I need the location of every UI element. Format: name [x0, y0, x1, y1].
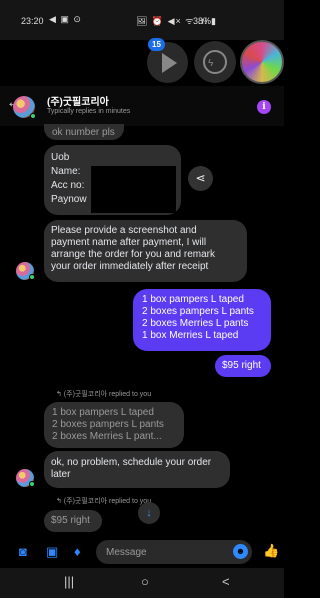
replied-to-label: ↰ (주)굿필코리아 replied to you [56, 498, 152, 505]
outgoing-message-bubble[interactable]: $95 right [215, 355, 271, 377]
message-line: 2 boxes pampers L pants [142, 306, 254, 317]
info-icon[interactable]: i [257, 100, 271, 114]
recents-icon[interactable]: ||| [64, 574, 74, 589]
message-line: 1 box pampers L taped [52, 407, 154, 418]
replied-to-label: ↰ (주)굿필코리아 replied to you [56, 391, 152, 398]
camera-icon[interactable]: ◙ [19, 544, 27, 559]
message-line: 1 box Merries L taped [142, 330, 239, 341]
messenger-bolt-icon: ϟ [208, 58, 214, 69]
home-icon[interactable]: ○ [141, 574, 149, 589]
message-bubble[interactable]: ok number pls [44, 124, 124, 140]
back-icon[interactable]: < [222, 574, 230, 589]
message-line: 1 box pampers L taped [142, 294, 244, 305]
message-line: later [51, 469, 71, 480]
quoted-message[interactable]: $95 right [44, 510, 102, 532]
contact-chat-head[interactable] [240, 40, 284, 84]
scroll-down-arrow-icon[interactable]: ↓ [138, 502, 160, 524]
status-time: 23:20 [21, 16, 44, 26]
online-indicator [30, 113, 36, 119]
unread-badge: 15 [148, 38, 165, 51]
message-text: ok number pls [52, 127, 115, 138]
message-line: Uob [51, 152, 70, 163]
gallery-icon[interactable]: ▣ [46, 544, 58, 560]
system-navigation-bar: ||| ○ < [0, 568, 284, 598]
messenger-chat-head[interactable]: ϟ [194, 41, 236, 83]
status-bar: 23:20 ◀ ▣ ⊙ 🖼 ⏰ ◀× ᯤ .ıl 38%▮ [0, 0, 284, 40]
chat-header: ← (주)굿필코리아 Typically replies in minutes … [0, 86, 284, 126]
message-bubble[interactable]: ok, no problem, schedule your order late… [44, 451, 230, 488]
share-icon[interactable]: ⋖ [188, 166, 213, 191]
play-icon [162, 53, 177, 73]
message-line: arrange the order for you and remark [51, 249, 215, 260]
message-text: $95 right [222, 360, 261, 371]
thumbs-up-icon[interactable]: 👍 [263, 543, 279, 559]
message-line: your order immediately after receipt [51, 261, 209, 272]
messenger-icon [203, 50, 227, 74]
message-line: 2 boxes Merries L pants [142, 318, 249, 329]
outgoing-message-bubble[interactable]: 1 box pampers L taped 2 boxes pampers L … [133, 289, 271, 351]
microphone-icon[interactable]: ♦ [74, 544, 81, 559]
message-line: Please provide a screenshot and [51, 225, 197, 236]
redaction-box [91, 166, 176, 213]
quoted-message[interactable]: 1 box pampers L taped 2 boxes pampers L … [44, 402, 184, 448]
battery-level: 38%▮ [193, 16, 216, 26]
message-line: ok, no problem, schedule your order [51, 457, 212, 468]
message-bubble[interactable]: Please provide a screenshot and payment … [44, 220, 247, 282]
online-indicator [29, 481, 35, 487]
message-text: $95 right [51, 515, 90, 526]
message-composer: ◙ ▣ ♦ ☻ 👍 [0, 536, 284, 568]
message-line: 2 boxes Merries L pant... [52, 431, 162, 442]
reply-time-status: Typically replies in minutes [47, 108, 131, 115]
message-line: 2 boxes pampers L pants [52, 419, 164, 430]
online-indicator [29, 274, 35, 280]
contact-name[interactable]: (주)굿필코리아 [47, 93, 109, 108]
emoji-icon[interactable]: ☻ [233, 544, 248, 559]
notification-icons: ◀ ▣ ⊙ [49, 14, 82, 24]
message-input[interactable] [96, 540, 252, 564]
message-line: payment name after payment, I will [51, 237, 207, 248]
